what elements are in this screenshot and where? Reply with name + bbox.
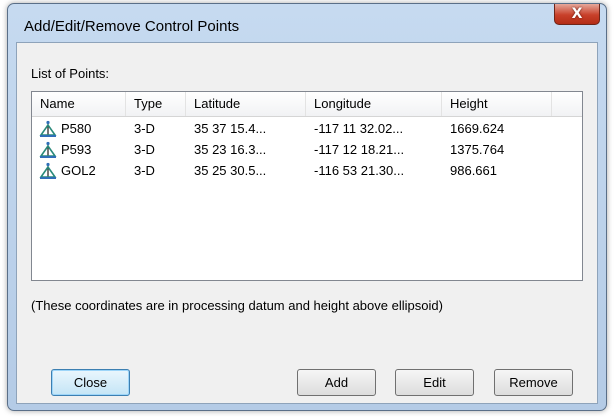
add-button[interactable]: Add <box>297 369 376 396</box>
row-name-cell: P580 <box>38 118 91 139</box>
row-name-cell: GOL2 <box>38 160 96 181</box>
column-header-height[interactable]: Height <box>442 92 552 116</box>
column-header-name[interactable]: Name <box>32 92 126 116</box>
control-point-icon <box>39 162 57 179</box>
listview-header: Name Type Latitude Longitude Height <box>32 92 582 117</box>
window-title: Add/Edit/Remove Control Points <box>24 18 240 35</box>
close-icon: X <box>571 6 583 22</box>
table-row[interactable]: P580 3-D 35 37 15.4... -117 11 32.02... … <box>32 118 582 139</box>
row-name-cell: P593 <box>38 139 91 160</box>
list-of-points-label: List of Points: <box>31 66 110 81</box>
point-height: 1375.764 <box>450 142 505 157</box>
dialog-window: Add/Edit/Remove Control Points X List of… <box>7 3 607 411</box>
control-point-icon <box>39 120 57 137</box>
close-button[interactable]: Close <box>51 369 130 396</box>
points-listview[interactable]: Name Type Latitude Longitude Height P580… <box>31 91 583 281</box>
control-point-icon <box>39 141 57 158</box>
point-height: 1669.624 <box>450 121 505 136</box>
window-close-button[interactable]: X <box>554 4 600 25</box>
point-type: 3-D <box>134 163 155 178</box>
point-longitude: -117 12 18.21... <box>314 142 405 157</box>
listview-rows: P580 3-D 35 37 15.4... -117 11 32.02... … <box>32 118 582 181</box>
point-latitude: 35 23 16.3... <box>194 142 267 157</box>
point-height: 986.661 <box>450 163 497 178</box>
coordinates-note: (These coordinates are in processing dat… <box>31 298 443 313</box>
remove-button[interactable]: Remove <box>494 369 573 396</box>
table-row[interactable]: P593 3-D 35 23 16.3... -117 12 18.21... … <box>32 139 582 160</box>
point-latitude: 35 25 30.5... <box>194 163 267 178</box>
point-type: 3-D <box>134 121 155 136</box>
point-type: 3-D <box>134 142 155 157</box>
point-longitude: -116 53 21.30... <box>314 163 405 178</box>
point-name: P580 <box>61 121 92 136</box>
point-latitude: 35 37 15.4... <box>194 121 267 136</box>
dialog-client-area: List of Points: Name Type Latitude Longi… <box>16 42 598 404</box>
point-name: P593 <box>61 142 92 157</box>
point-longitude: -117 11 32.02... <box>314 121 404 136</box>
point-name: GOL2 <box>61 163 96 178</box>
column-header-longitude[interactable]: Longitude <box>306 92 442 116</box>
title-bar[interactable]: Add/Edit/Remove Control Points X <box>8 4 606 42</box>
column-header-latitude[interactable]: Latitude <box>186 92 306 116</box>
edit-button[interactable]: Edit <box>395 369 474 396</box>
column-header-type[interactable]: Type <box>126 92 186 116</box>
table-row[interactable]: GOL2 3-D 35 25 30.5... -116 53 21.30... … <box>32 160 582 181</box>
